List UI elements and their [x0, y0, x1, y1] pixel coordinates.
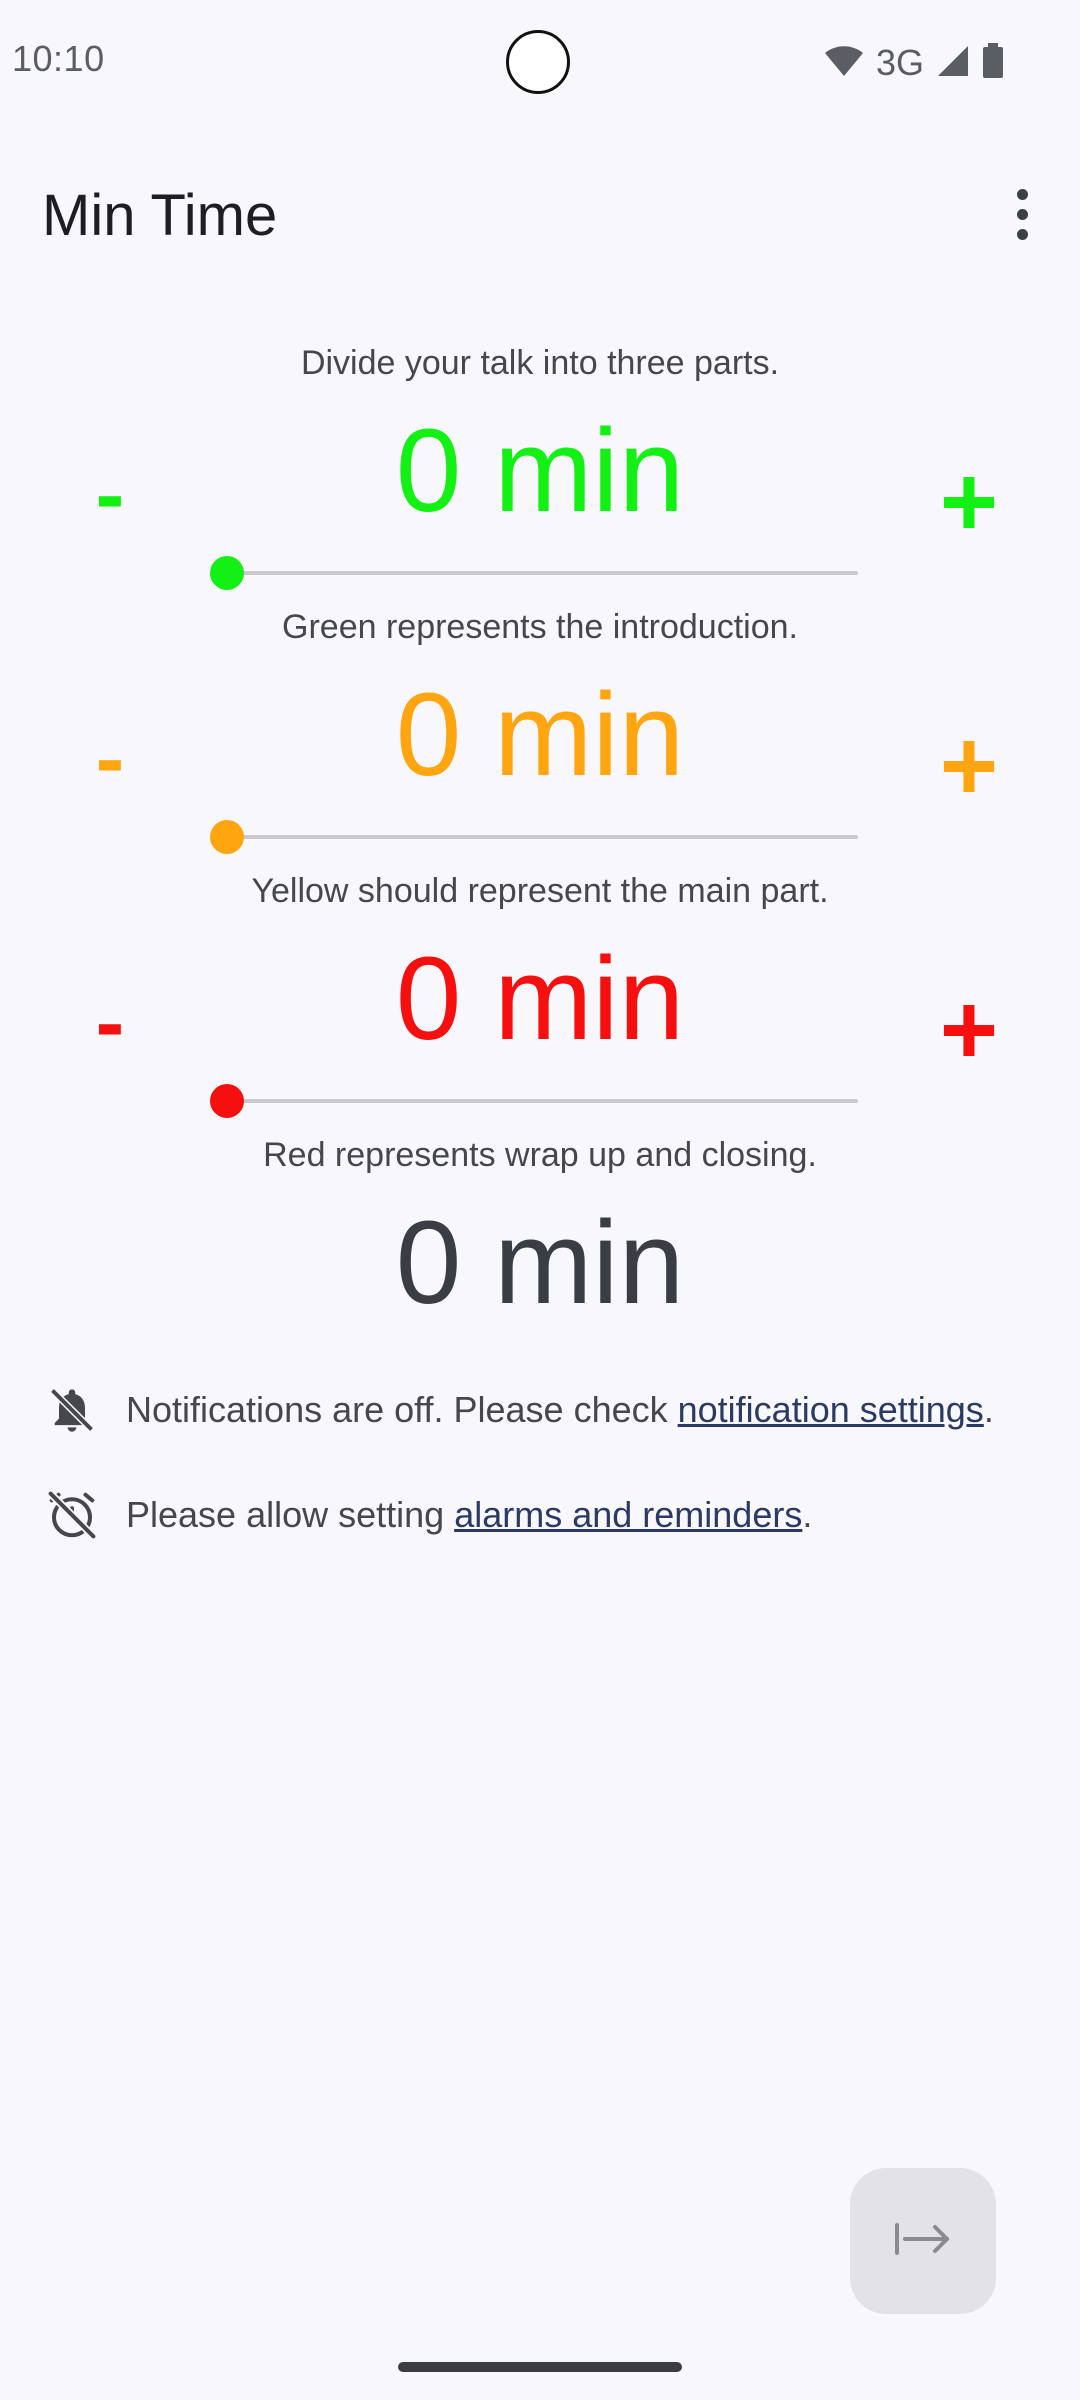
start-button[interactable]: [850, 2168, 996, 2314]
notifications-notice-suffix: .: [983, 1389, 994, 1430]
network-type-label: 3G: [875, 42, 924, 83]
slider-thumb[interactable]: [210, 1084, 244, 1118]
cellular-signal-icon: [936, 44, 970, 83]
intro-text: Divide your talk into three parts.: [300, 344, 780, 382]
alarms-notice-prefix: Please allow setting: [126, 1494, 455, 1535]
introduction-caption: Green represents the introduction.: [282, 608, 798, 646]
alarm-off-icon: [44, 1487, 100, 1543]
status-time: 10:10: [12, 38, 105, 79]
app-title: Min Time: [42, 183, 278, 248]
introduction-slider[interactable]: [210, 555, 858, 591]
app-bar: Min Time: [0, 160, 1080, 270]
closing-slider[interactable]: [210, 1083, 858, 1119]
alarms-and-reminders-link[interactable]: alarms and reminders: [454, 1494, 802, 1535]
slider-track: [222, 1099, 858, 1103]
main-caption: Yellow should represent the main part.: [251, 872, 829, 910]
start-arrow-icon: [893, 2219, 953, 2264]
slider-track: [222, 571, 858, 575]
battery-icon: [982, 42, 1004, 84]
notifications-off-icon: [44, 1382, 100, 1438]
status-icons: 3G: [824, 42, 1004, 84]
alarms-notice-suffix: .: [802, 1494, 813, 1535]
increase-main-button[interactable]: +: [914, 716, 1024, 816]
alarms-notice-text: Please allow setting alarms and reminder…: [126, 1494, 812, 1536]
navigation-handle[interactable]: [398, 2362, 682, 2372]
slider-thumb[interactable]: [210, 556, 244, 590]
notifications-notice-prefix: Notifications are off. Please check: [126, 1389, 678, 1430]
increase-closing-button[interactable]: +: [914, 980, 1024, 1080]
more-vert-icon: [1016, 188, 1028, 200]
more-options-button[interactable]: [990, 178, 1054, 250]
closing-caption: Red represents wrap up and closing.: [263, 1136, 817, 1174]
camera-cutout: [506, 30, 570, 94]
slider-thumb[interactable]: [210, 820, 244, 854]
slider-track: [222, 835, 858, 839]
total-minutes: 0 min: [395, 1197, 685, 1329]
main-slider[interactable]: [210, 819, 858, 855]
notification-settings-link[interactable]: notification settings: [678, 1389, 984, 1430]
wifi-icon: [824, 44, 864, 83]
notifications-notice-text: Notifications are off. Please check noti…: [126, 1389, 994, 1431]
status-bar: 10:10 3G: [0, 0, 1080, 126]
notifications-notice: Notifications are off. Please check noti…: [44, 1382, 994, 1438]
alarms-notice: Please allow setting alarms and reminder…: [44, 1487, 812, 1543]
increase-introduction-button[interactable]: +: [914, 452, 1024, 552]
